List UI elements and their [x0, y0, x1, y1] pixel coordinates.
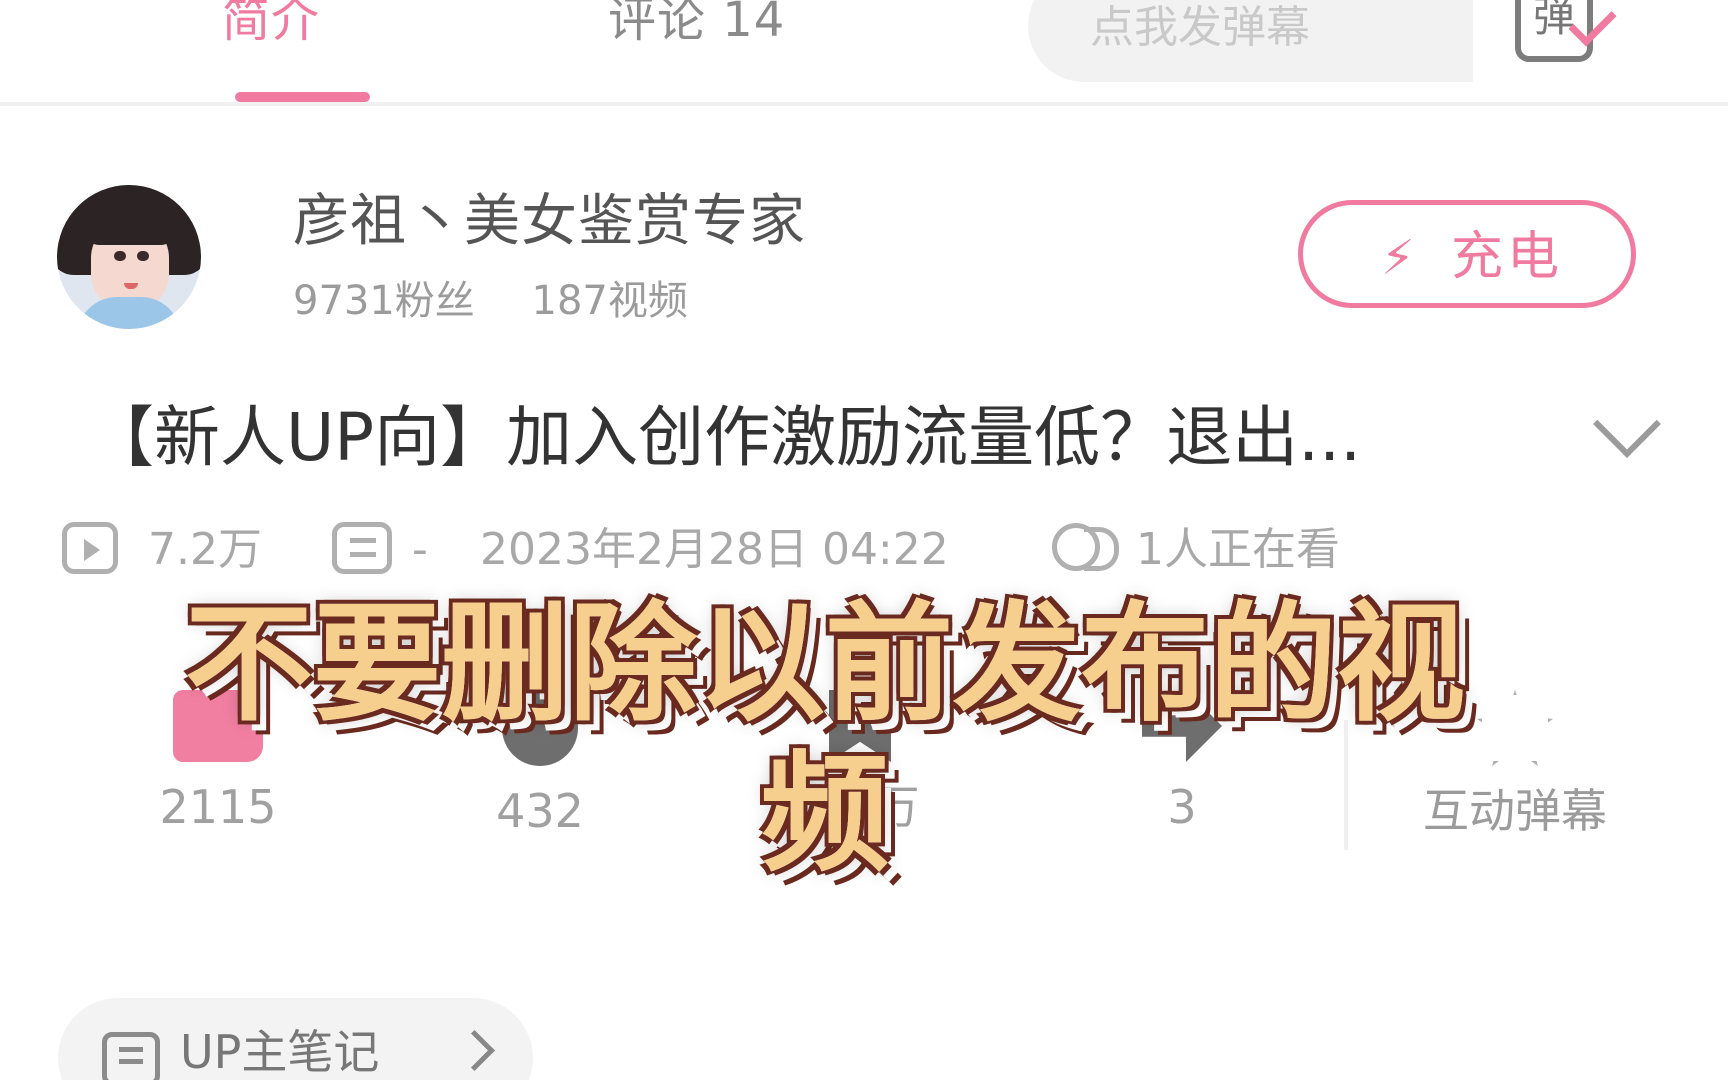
like-count: 2115 [159, 780, 277, 834]
overlay-caption: 不要删除以前发布的视频 [184, 590, 1465, 889]
charge-label: 充电 [1451, 227, 1564, 287]
play-count-icon [62, 522, 118, 574]
lightning-icon: ⚡ [1381, 230, 1415, 286]
people-icon [1052, 523, 1126, 577]
top-tab-bar: 简介 评论 14 弹 [0, 0, 1728, 106]
danmaku-entry: 弹 [1028, 0, 1668, 82]
share-count: 3 [1167, 780, 1197, 834]
danmaku-input[interactable] [1088, 0, 1492, 59]
tab-comments[interactable]: 评论 14 [608, 0, 785, 48]
charge-button[interactable]: ⚡ 充电 [1298, 200, 1636, 308]
video-count: 187视频 [531, 278, 688, 324]
up-notes-label: UP主笔记 [180, 1025, 380, 1079]
up-notes-button[interactable]: UP主笔记 [58, 998, 533, 1080]
follower-count: 9731粉丝 [293, 278, 475, 324]
chevron-right-icon [453, 1029, 496, 1072]
chevron-down-icon[interactable] [1593, 390, 1661, 458]
watching-count: 1人正在看 [1136, 524, 1340, 575]
publish-time: 2023年2月28日 04:22 [480, 524, 949, 575]
danmaku-count-icon [332, 522, 392, 574]
notes-icon [102, 1032, 160, 1080]
video-detail-screen: 简介 评论 14 弹 彦祖丶美女鉴赏专家 9731粉丝 187视频 ⚡ 充电 【… [0, 0, 1728, 1080]
video-title[interactable]: 【新人UP向】加入创作激励流量低？退出... [88, 398, 1548, 478]
active-tab-indicator [235, 92, 370, 102]
danmaku-count: - [412, 524, 428, 575]
uploader-stats: 9731粉丝 187视频 [293, 276, 732, 326]
danmaku-toggle-button[interactable]: 弹 [1473, 0, 1668, 82]
avatar[interactable] [57, 185, 201, 329]
interactive-danmaku-label: 互动弹幕 [1423, 784, 1607, 838]
view-count: 7.2万 [148, 524, 262, 575]
uploader-name[interactable]: 彦祖丶美女鉴赏专家 [293, 190, 806, 254]
tab-intro[interactable]: 简介 [222, 0, 320, 48]
coin-count: 432 [496, 784, 584, 838]
